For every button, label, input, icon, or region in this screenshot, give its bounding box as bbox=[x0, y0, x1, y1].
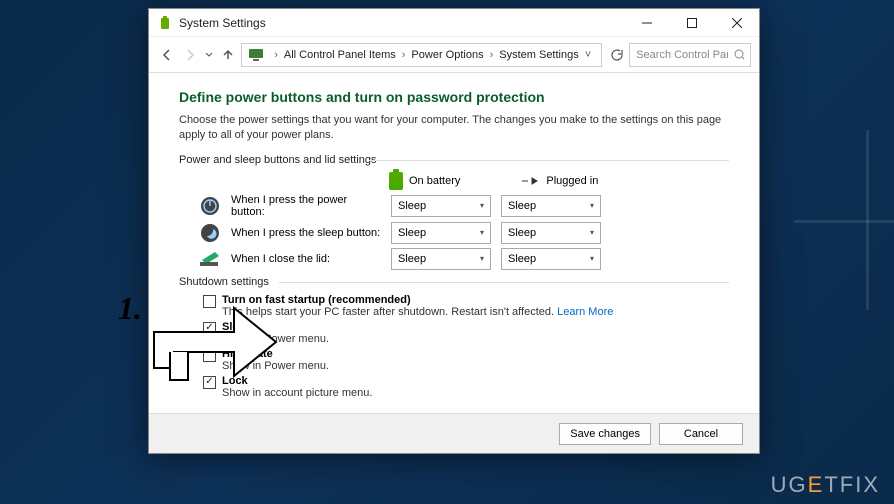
page-description: Choose the power settings that you want … bbox=[179, 113, 729, 144]
lock-checkbox[interactable] bbox=[203, 376, 216, 389]
cancel-button[interactable]: Cancel bbox=[659, 423, 743, 445]
chevron-down-icon bbox=[205, 51, 213, 59]
plug-icon bbox=[520, 176, 540, 186]
titlebar: System Settings bbox=[149, 9, 759, 37]
arrow-left-icon bbox=[160, 48, 174, 62]
laptop-lid-icon bbox=[199, 248, 221, 270]
close-lid-plugged-dropdown[interactable]: Sleep▾ bbox=[501, 248, 601, 270]
setting-row-power-button: When I press the power button: Sleep▾ Sl… bbox=[179, 194, 729, 218]
watermark: UGETFIX bbox=[771, 472, 880, 498]
sleep-checkbox[interactable] bbox=[203, 322, 216, 335]
sleep-button-plugged-dropdown[interactable]: Sleep▾ bbox=[501, 222, 601, 244]
navbar: › All Control Panel Items › Power Option… bbox=[149, 37, 759, 73]
control-panel-icon bbox=[248, 47, 264, 63]
setting-label: When I close the lid: bbox=[231, 253, 381, 265]
minimize-button[interactable] bbox=[624, 9, 669, 37]
power-button-battery-dropdown[interactable]: Sleep▾ bbox=[391, 195, 491, 217]
checkbox-description: This helps start your PC faster after sh… bbox=[222, 306, 613, 318]
fast-startup-checkbox[interactable] bbox=[203, 295, 216, 308]
search-icon bbox=[734, 49, 744, 61]
group-title-shutdown: Shutdown settings bbox=[179, 276, 729, 288]
minimize-icon bbox=[642, 18, 652, 28]
checkbox-row-sleep: Sleep Show in Power menu. bbox=[203, 321, 729, 345]
refresh-button[interactable] bbox=[606, 43, 625, 67]
chevron-down-icon: ▾ bbox=[590, 201, 594, 210]
chevron-down-icon: ▾ bbox=[590, 254, 594, 263]
content-area: Define power buttons and turn on passwor… bbox=[149, 73, 759, 413]
sleep-button-icon bbox=[199, 222, 221, 244]
page-heading: Define power buttons and turn on passwor… bbox=[179, 89, 729, 105]
maximize-button[interactable] bbox=[669, 9, 714, 37]
nav-back-button[interactable] bbox=[157, 43, 176, 67]
sleep-button-battery-dropdown[interactable]: Sleep▾ bbox=[391, 222, 491, 244]
power-button-icon bbox=[199, 195, 221, 217]
battery-app-icon bbox=[157, 15, 173, 31]
checkbox-description: Show in Power menu. bbox=[222, 333, 329, 345]
save-changes-button[interactable]: Save changes bbox=[559, 423, 651, 445]
arrow-up-icon bbox=[221, 48, 235, 62]
arrow-right-icon bbox=[183, 48, 197, 62]
hibernate-checkbox[interactable] bbox=[203, 349, 216, 362]
nav-forward-button[interactable] bbox=[180, 43, 199, 67]
breadcrumb-item[interactable]: Power Options bbox=[411, 49, 483, 61]
system-settings-window: System Settings › All Control Panel Item… bbox=[148, 8, 760, 454]
checkbox-label: Turn on fast startup (recommended) bbox=[222, 294, 613, 306]
checkbox-description: Show in account picture menu. bbox=[222, 387, 372, 399]
setting-label: When I press the power button: bbox=[231, 194, 381, 218]
checkbox-label: Lock bbox=[222, 375, 372, 387]
checkbox-label: Hibernate bbox=[222, 348, 329, 360]
search-input[interactable] bbox=[636, 49, 728, 61]
plugged-in-header: Plugged in bbox=[520, 175, 598, 187]
on-battery-header: On battery bbox=[389, 172, 460, 190]
column-headers: On battery Plugged in bbox=[389, 172, 729, 190]
setting-label: When I press the sleep button: bbox=[231, 227, 381, 239]
breadcrumb-item[interactable]: All Control Panel Items bbox=[284, 49, 396, 61]
chevron-down-icon[interactable]: ˅ bbox=[581, 49, 595, 61]
breadcrumb[interactable]: › All Control Panel Items › Power Option… bbox=[241, 43, 602, 67]
battery-icon bbox=[389, 172, 403, 190]
footer: Save changes Cancel bbox=[149, 413, 759, 453]
checkbox-row-hibernate: Hibernate Show in Power menu. bbox=[203, 348, 729, 372]
nav-up-button[interactable] bbox=[218, 43, 237, 67]
power-button-plugged-dropdown[interactable]: Sleep▾ bbox=[501, 195, 601, 217]
refresh-icon bbox=[609, 48, 623, 62]
chevron-right-icon: › bbox=[398, 49, 410, 61]
step-annotation: 1. bbox=[118, 290, 142, 327]
chevron-right-icon: › bbox=[270, 49, 282, 61]
nav-recent-button[interactable] bbox=[203, 43, 214, 67]
close-lid-battery-dropdown[interactable]: Sleep▾ bbox=[391, 248, 491, 270]
breadcrumb-item[interactable]: System Settings bbox=[499, 49, 578, 61]
close-icon bbox=[732, 18, 742, 28]
checkbox-label: Sleep bbox=[222, 321, 329, 333]
chevron-down-icon: ▾ bbox=[590, 228, 594, 237]
search-box[interactable] bbox=[629, 43, 751, 67]
setting-row-sleep-button: When I press the sleep button: Sleep▾ Sl… bbox=[179, 222, 729, 244]
close-button[interactable] bbox=[714, 9, 759, 37]
chevron-down-icon: ▾ bbox=[480, 254, 484, 263]
window-title: System Settings bbox=[179, 16, 266, 30]
checkbox-description: Show in Power menu. bbox=[222, 360, 329, 372]
group-title-buttons-lid: Power and sleep buttons and lid settings bbox=[179, 154, 729, 166]
chevron-right-icon: › bbox=[486, 49, 498, 61]
checkbox-row-lock: Lock Show in account picture menu. bbox=[203, 375, 729, 399]
chevron-down-icon: ▾ bbox=[480, 228, 484, 237]
checkbox-row-fast-startup: Turn on fast startup (recommended) This … bbox=[203, 294, 729, 318]
setting-row-close-lid: When I close the lid: Sleep▾ Sleep▾ bbox=[179, 248, 729, 270]
learn-more-link[interactable]: Learn More bbox=[557, 306, 613, 318]
chevron-down-icon: ▾ bbox=[480, 201, 484, 210]
maximize-icon bbox=[687, 18, 697, 28]
